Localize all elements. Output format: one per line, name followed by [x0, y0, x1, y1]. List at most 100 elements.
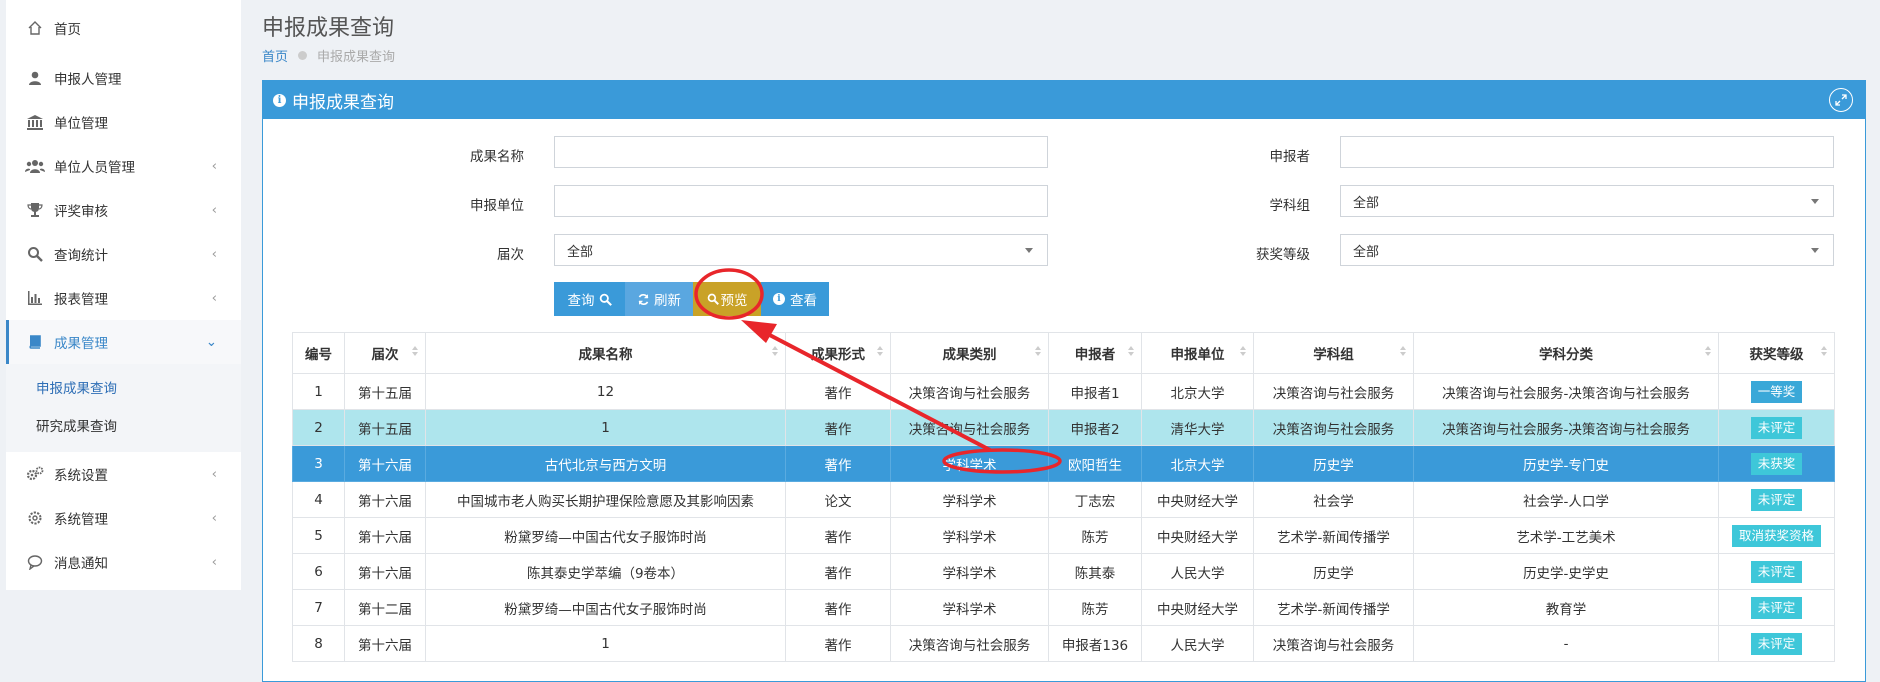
table-cell: 未评定	[1718, 625, 1835, 662]
subject-group-label: 学科组	[1269, 198, 1311, 214]
table-cell: 决策咨询与社会服务	[890, 625, 1049, 662]
award-level-badge: 未获奖	[1750, 452, 1803, 475]
award-level-select[interactable]: 全部	[1340, 234, 1834, 266]
column-header-label: 成果名称	[578, 347, 633, 363]
table-row[interactable]: 7 第十二届 粉黛罗绮—中国古代女子服饰时尚 著作 学科学术 陈芳 中央财经大学 艺术学-新闻…	[292, 589, 1835, 626]
submenu-achievement: 申报成果查询 研究成果查询	[6, 364, 241, 452]
table-row[interactable]: 2 第十五届 1 著作 决策咨询与社会服务 申报者2 清华大学 决策咨询与社会服务 决策咨询与社…	[292, 409, 1835, 446]
table-cell: 著作	[785, 589, 891, 626]
nav-achievement-management[interactable]: 成果管理 ⌄	[6, 320, 241, 364]
award-level-badge: 未评定	[1750, 596, 1803, 619]
column-header[interactable]: 申报单位	[1141, 332, 1254, 374]
table-row[interactable]: 5 第十六届 粉黛罗绮—中国古代女子服饰时尚 著作 学科学术 陈芳 中央财经大学 艺术学-新闻…	[292, 517, 1835, 554]
user-icon	[24, 67, 46, 89]
select-value: 全部	[1353, 244, 1380, 260]
column-header[interactable]: 申报者	[1048, 332, 1142, 374]
nav-system-settings[interactable]: 系统设置 ‹	[6, 452, 241, 496]
name-input[interactable]	[554, 136, 1048, 168]
nav-query-statistics[interactable]: 查询统计 ‹	[6, 232, 241, 276]
sort-icon[interactable]	[1035, 346, 1042, 356]
preview-button[interactable]: 预览	[693, 282, 761, 316]
nav-message-notification[interactable]: 消息通知 ‹	[6, 540, 241, 584]
nav-applicant-management[interactable]: 申报人管理	[6, 56, 241, 100]
table-cell: 8	[292, 625, 345, 662]
chevron-left-icon: ‹	[211, 466, 217, 482]
nav-label: 成果管理	[54, 336, 108, 352]
table-row[interactable]: 4 第十六届 中国城市老人购买长期护理保险意愿及其影响因素 论文 学科学术 丁志宏 中央财经…	[292, 481, 1835, 518]
table-cell: 未评定	[1718, 481, 1835, 518]
subject-group-select[interactable]: 全部	[1340, 185, 1834, 217]
sort-icon[interactable]	[1240, 346, 1247, 356]
nav-unit-management[interactable]: 单位管理	[6, 100, 241, 144]
table-cell: 学科学术	[890, 481, 1049, 518]
column-header[interactable]: 学科组	[1253, 332, 1414, 374]
view-button[interactable]: i 查看	[761, 282, 829, 316]
nav-report-management[interactable]: 报表管理 ‹	[6, 276, 241, 320]
column-header[interactable]: 成果形式	[785, 332, 891, 374]
nav-home[interactable]: 首页	[6, 0, 241, 56]
nav-system-management[interactable]: 系统管理 ‹	[6, 496, 241, 540]
breadcrumb: 首页 申报成果查询	[262, 46, 395, 65]
sort-icon[interactable]	[1128, 346, 1135, 356]
unit-input[interactable]	[554, 185, 1048, 217]
table-cell: 论文	[785, 481, 891, 518]
award-level-badge: 一等奖	[1750, 380, 1803, 403]
column-header[interactable]: 编号	[292, 332, 345, 374]
button-label: 查看	[790, 293, 817, 309]
table-cell: 第十六届	[344, 481, 426, 518]
submenu-item-application-query[interactable]: 申报成果查询	[6, 370, 241, 408]
award-level-badge: 未评定	[1750, 560, 1803, 583]
query-button[interactable]: 查询	[554, 282, 625, 316]
column-header[interactable]: 学科分类	[1413, 332, 1719, 374]
caret-down-icon	[1811, 199, 1819, 204]
info-icon: i	[773, 293, 785, 305]
table-row[interactable]: 3 第十六届 古代北京与西方文明 著作 学科学术 欧阳哲生 北京大学 历史学 历史学-专门史 未获…	[292, 445, 1835, 482]
page-title: 申报成果查询	[262, 16, 395, 41]
column-header[interactable]: 成果类别	[890, 332, 1049, 374]
nav-label: 单位管理	[54, 116, 108, 132]
column-header[interactable]: 届次	[344, 332, 426, 374]
column-header-label: 编号	[305, 347, 332, 363]
sort-icon[interactable]	[412, 346, 419, 356]
table-cell: 决策咨询与社会服务	[890, 373, 1049, 410]
sort-icon[interactable]	[1400, 346, 1407, 356]
table-cell: 决策咨询与社会服务-决策咨询与社会服务	[1413, 409, 1719, 446]
sidebar: 首页 申报人管理 单位管理 单位人员管理 ‹ 评奖审核 ‹ 查询统计 ‹ 报表管…	[6, 0, 241, 590]
expand-icon[interactable]	[1829, 88, 1853, 112]
column-header-label: 学科分类	[1539, 347, 1593, 363]
session-select[interactable]: 全部	[554, 234, 1048, 266]
applicant-input[interactable]	[1340, 136, 1834, 168]
column-header[interactable]: 成果名称	[425, 332, 786, 374]
book-icon	[24, 331, 46, 353]
award-level-badge: 未评定	[1750, 488, 1803, 511]
sort-icon[interactable]	[1821, 346, 1828, 356]
search-icon	[599, 293, 612, 306]
table-row[interactable]: 1 第十五届 12 著作 决策咨询与社会服务 申报者1 北京大学 决策咨询与社会服务 决策咨询与…	[292, 373, 1835, 410]
award-level-badge: 未评定	[1750, 632, 1803, 655]
breadcrumb-home-link[interactable]: 首页	[262, 46, 288, 65]
table-row[interactable]: 6 第十六届 陈其泰史学萃编（9卷本） 著作 学科学术 陈其泰 人民大学 历史学 历史学-史学史…	[292, 553, 1835, 590]
table-row[interactable]: 8 第十六届 1 著作 决策咨询与社会服务 申报者136 人民大学 决策咨询与社会服务 - 未评定	[292, 625, 1835, 662]
session-label: 届次	[497, 247, 524, 263]
nav-award-review[interactable]: 评奖审核 ‹	[6, 188, 241, 232]
table-cell: 艺术学-新闻传播学	[1253, 589, 1414, 626]
table-cell: 第十五届	[344, 409, 426, 446]
search-icon	[707, 293, 719, 305]
breadcrumb-separator	[298, 51, 308, 60]
table-cell: 教育学	[1413, 589, 1719, 626]
column-header-label: 获奖等级	[1749, 347, 1804, 363]
nav-label: 系统设置	[54, 468, 108, 484]
caret-down-icon	[1811, 248, 1819, 253]
submenu-item-research-query[interactable]: 研究成果查询	[6, 408, 241, 446]
award-level-badge: 取消获奖资格	[1731, 524, 1821, 547]
sort-icon[interactable]	[877, 346, 884, 356]
nav-unit-staff-management[interactable]: 单位人员管理 ‹	[6, 144, 241, 188]
sort-icon[interactable]	[1705, 346, 1712, 356]
sort-icon[interactable]	[772, 346, 779, 356]
chevron-left-icon: ‹	[211, 554, 217, 570]
refresh-button[interactable]: 刷新	[625, 282, 693, 316]
table-cell: 决策咨询与社会服务	[890, 409, 1049, 446]
column-header[interactable]: 获奖等级	[1718, 332, 1835, 374]
table-cell: 陈其泰史学萃编（9卷本）	[425, 553, 786, 590]
table-cell: 4	[292, 481, 345, 518]
